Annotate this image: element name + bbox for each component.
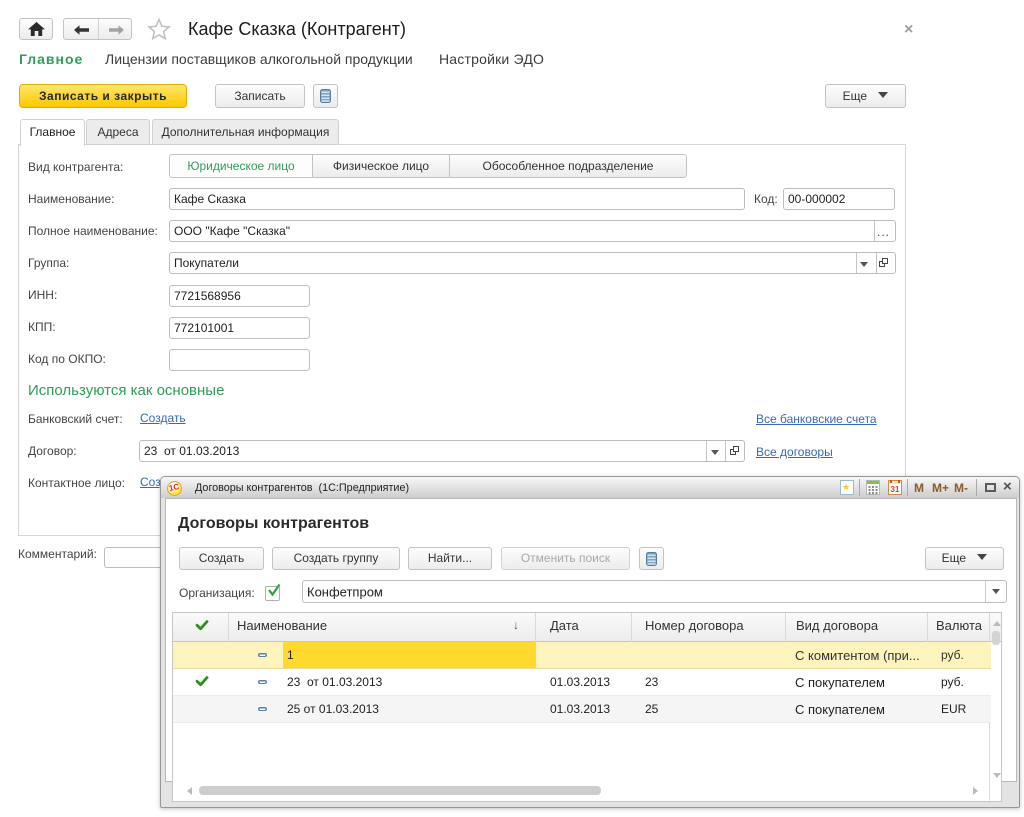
svg-text:31: 31 [891, 485, 900, 494]
